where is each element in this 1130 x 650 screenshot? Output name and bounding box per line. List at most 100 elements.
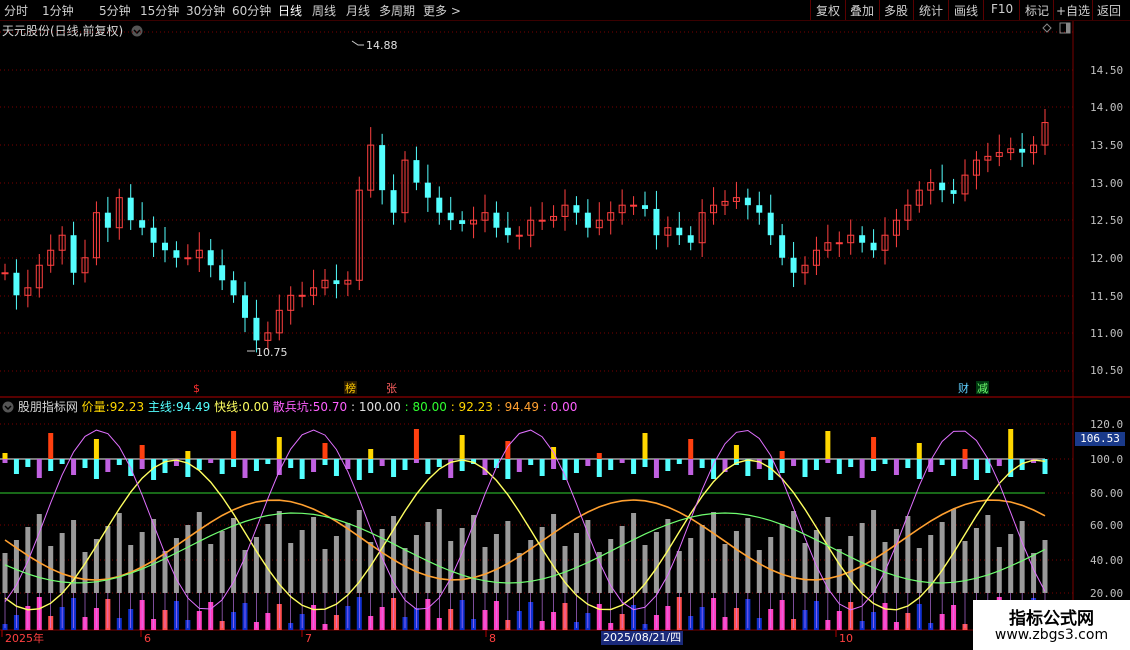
diamond-icon[interactable] xyxy=(1042,23,1052,33)
indicator-red-bar xyxy=(413,429,419,459)
indicator-top-bar xyxy=(871,459,877,471)
candle-body xyxy=(150,227,157,243)
indicator-top-bar xyxy=(59,459,65,464)
indicator-top-bar xyxy=(882,459,888,464)
candle-body xyxy=(1019,148,1026,153)
indicator-tick: 80.00 xyxy=(1090,487,1123,500)
candle-body xyxy=(870,242,877,251)
indicator-top-bar xyxy=(779,459,785,473)
indicator-red-bar xyxy=(825,431,831,459)
indicator-top-bar xyxy=(585,459,591,466)
price-tick: 14.50 xyxy=(1090,64,1123,77)
price-axis: 14.50 14.00 13.50 13.00 12.50 12.00 11.5… xyxy=(1090,64,1123,377)
indicator-red-bar xyxy=(231,431,237,459)
candle-body xyxy=(436,197,443,213)
indicator-gray-bar xyxy=(585,520,591,593)
indicator-gray-bar xyxy=(288,543,294,593)
indicator-top-bar xyxy=(105,459,111,472)
chevron-down-icon[interactable] xyxy=(2,401,14,413)
indicator-gray-bar xyxy=(322,549,328,593)
financial-report-marker[interactable]: 财 xyxy=(958,381,969,395)
indicator-gray-bar xyxy=(448,541,454,593)
indicator-gray-bar xyxy=(905,516,911,593)
price-tick: 13.50 xyxy=(1090,139,1123,152)
ref-value-80: : 80.00 xyxy=(404,400,447,414)
indicator-red-bar xyxy=(185,451,191,459)
price-tick: 13.00 xyxy=(1090,177,1123,190)
indicator-top-bar xyxy=(265,459,271,464)
indicator-top-bar xyxy=(196,459,202,470)
indicator-gray-bar xyxy=(836,549,842,593)
indicator-top-bar xyxy=(642,459,648,467)
limit-up-marker[interactable]: 张 xyxy=(386,382,397,395)
indicator-top-bar xyxy=(288,459,294,468)
candle-body xyxy=(859,235,866,243)
candle-body xyxy=(790,257,797,273)
date-axis: 2025年 6 7 8 9 10 xyxy=(1,630,853,645)
indicator-tick: 40.00 xyxy=(1090,554,1123,567)
indicator-top-bar xyxy=(996,459,1002,466)
ranking-marker[interactable]: 榜 xyxy=(345,381,356,395)
zhuxian-value: 94.49 xyxy=(175,400,211,414)
indicator-red-bar xyxy=(642,433,648,459)
indicator-red-bar xyxy=(688,439,694,459)
indicator-top-bar xyxy=(36,459,42,478)
candle-body xyxy=(230,280,237,296)
indicator-gray-bar xyxy=(779,524,785,593)
indicator-gray-bar xyxy=(665,519,671,593)
dividend-marker[interactable]: $ xyxy=(193,382,200,395)
indicator-red-bar xyxy=(596,453,602,459)
candle-body xyxy=(173,250,180,258)
zhuxian-label: 主线: xyxy=(147,400,176,414)
indicator-top-bar xyxy=(71,459,77,475)
ref-value-100: : 100.00 xyxy=(350,400,401,414)
reduce-holdings-marker[interactable]: 减 xyxy=(977,382,988,395)
indicator-gray-bar xyxy=(676,551,682,593)
indicator-red-bar xyxy=(1008,429,1014,459)
candle-body xyxy=(767,212,774,236)
indicator-red-bar xyxy=(276,437,282,459)
sanbing-value: 50.70 xyxy=(312,400,348,414)
low-price-label: 10.75 xyxy=(256,346,288,359)
price-grid xyxy=(0,31,1073,372)
indicator-top-bar xyxy=(802,459,808,477)
indicator-gray-bar xyxy=(631,513,637,593)
indicator-top-bar xyxy=(608,459,614,470)
candle-body xyxy=(162,242,168,251)
indicator-top-bar xyxy=(905,459,911,468)
indicator-top-bar xyxy=(848,459,854,467)
crosshair-date-badge: 2025/08/21/四 xyxy=(601,631,684,645)
indicator-top-bar xyxy=(425,459,431,474)
candle-body xyxy=(184,257,192,260)
candle-body xyxy=(756,205,763,213)
indicator-gray-bar xyxy=(756,550,762,593)
indicator-top-bar xyxy=(93,459,99,479)
indicator-top-bar xyxy=(436,459,442,467)
indicator-gray-bar xyxy=(265,524,271,593)
candle-body xyxy=(538,219,546,222)
indicator-gray-bar xyxy=(219,531,225,593)
high-price-label: 14.88 xyxy=(366,39,398,52)
price-tick: 11.50 xyxy=(1090,290,1123,303)
indicator-top-bar xyxy=(139,459,145,469)
indicator-gray-bar xyxy=(573,533,579,593)
kuaixian-label: 快线: xyxy=(214,400,243,414)
candle-body xyxy=(242,295,248,318)
candle-body xyxy=(779,235,786,258)
watermark-url: www.zbgs3.com xyxy=(994,627,1109,643)
indicator-top-bar xyxy=(573,459,579,473)
price-tick: 10.50 xyxy=(1090,364,1123,377)
indicator-gray-bar xyxy=(139,532,145,593)
candle-body xyxy=(413,160,420,183)
indicator-top-bar xyxy=(825,459,831,463)
indicator-gray-bar xyxy=(105,526,111,593)
candle-body xyxy=(504,227,511,236)
indicator-top-bar xyxy=(505,459,511,479)
indicator-top-bar xyxy=(333,459,339,476)
candle-body xyxy=(459,220,466,224)
indicator-top-bar xyxy=(253,459,259,471)
ref-value-kuaixian: : 0.00 xyxy=(542,400,578,414)
date-label: 6 xyxy=(144,632,151,645)
indicator-top-bar xyxy=(116,459,122,465)
indicator-top-bar xyxy=(619,459,625,463)
